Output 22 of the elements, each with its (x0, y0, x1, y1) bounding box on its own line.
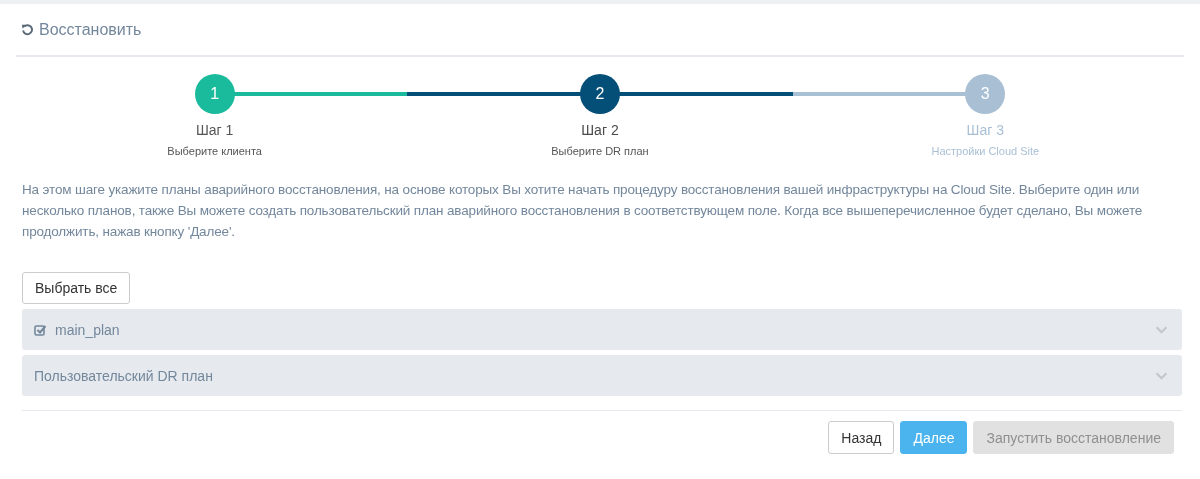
chevron-icon[interactable] (1155, 325, 1168, 334)
plan-panel[interactable]: Пользовательский DR план (22, 355, 1182, 396)
plan-name: main_plan (55, 321, 121, 338)
chevron-icon[interactable] (1155, 371, 1168, 380)
plan-name: Пользовательский DR план (34, 367, 214, 384)
step-subtitle: Настройки Cloud Site (931, 145, 1040, 157)
step-subtitle: Выберите DR план (551, 145, 649, 157)
select-all-button[interactable]: Выбрать все (22, 272, 131, 304)
step-title: Шаг 3 (966, 122, 1004, 138)
step-circle[interactable]: 3 (965, 74, 1006, 114)
step-title: Шаг 2 (581, 122, 619, 138)
checkbox-icon[interactable] (34, 323, 46, 336)
undo-icon (21, 23, 34, 36)
plan-panel[interactable]: main_plan (22, 309, 1182, 350)
action-button[interactable]: Назад (828, 421, 895, 454)
step-subtitle: Выберите клиента (167, 145, 262, 157)
step-title: Шаг 1 (195, 122, 234, 138)
page-title: Восстановить (39, 20, 142, 39)
step-circle[interactable]: 2 (580, 74, 620, 114)
description-text: На этом шаге укажите планы аварийного восстановления, на основе которых Вы хотите начать процедуру восстановления вашей инфраструктуры на Cloud Site. Выберите один или несколько планов, также Вы можете создать пользовательский план аварийного восстановления в соответствующем поле. Когда все вышеперечисленное будет сделано, Вы можете продолжить, нажав кнопку 'Далее'. (22, 181, 1144, 241)
action-button[interactable]: Далее (900, 421, 968, 454)
step-circle[interactable]: 1 (194, 74, 235, 114)
